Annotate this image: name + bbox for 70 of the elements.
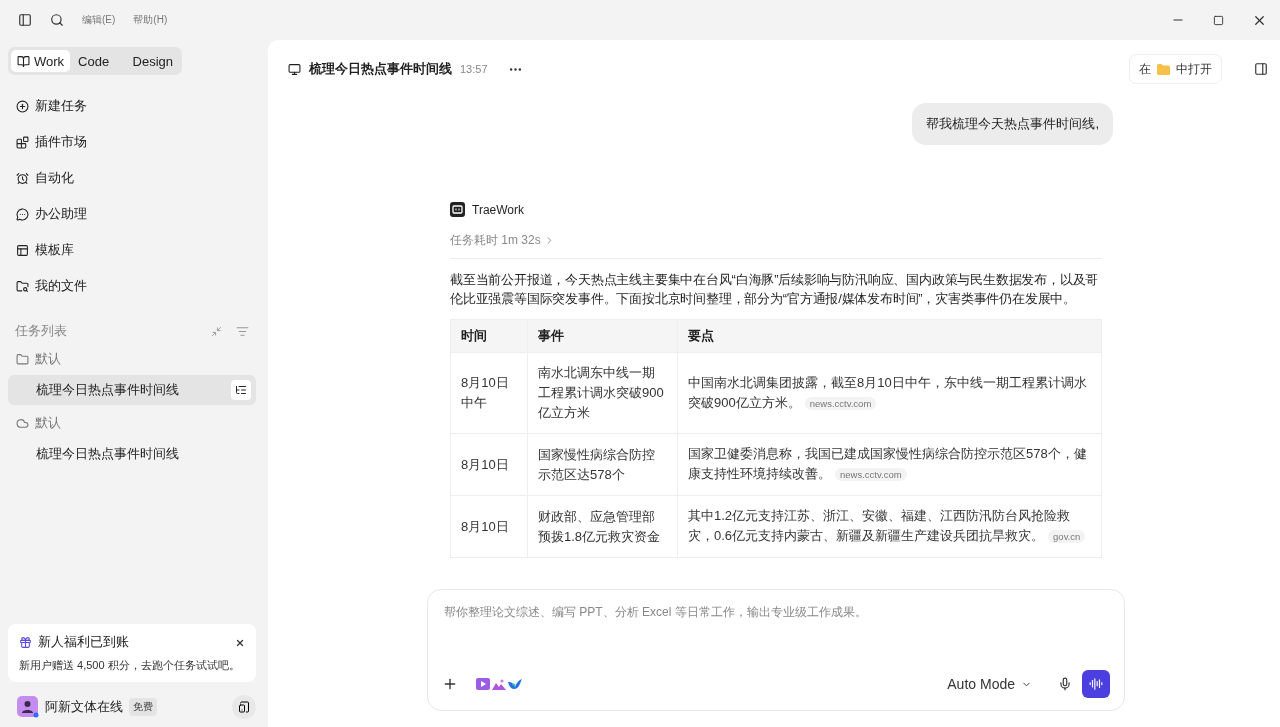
image-app-icon[interactable] xyxy=(492,678,506,690)
task-item[interactable]: 梳理今日热点事件时间线 xyxy=(8,375,256,405)
mode-dropdown[interactable]: Auto Mode xyxy=(941,675,1038,693)
mode-tab[interactable]: Work xyxy=(11,50,71,72)
nav-item[interactable]: 自动化 xyxy=(8,160,256,196)
promo-title: 新人福利已到账 xyxy=(38,634,130,651)
table-cell: 中国南水北调集团披露，截至8月10日中午，东中线一期工程累计调水突破900亿立方米。 news.cctv.com xyxy=(677,352,1102,434)
bird-app-icon[interactable] xyxy=(508,678,522,690)
prompt-field[interactable]: 帮你整理论文综述、编写 PPT、分析 Excel 等日常工作，输出专业级工作成果。 Auto Mode xyxy=(427,589,1125,711)
alarm-clock-icon xyxy=(16,171,29,185)
nav-item[interactable]: 办公助理 xyxy=(8,196,256,232)
chat-title: 梳理今日热点事件时间线 xyxy=(309,60,452,78)
table-cell: 国家慢性病综合防控示范区达578个 xyxy=(527,433,678,496)
panel-toggle-icon[interactable] xyxy=(1254,62,1268,76)
gift-icon xyxy=(19,636,32,649)
user-name: 阿新文体在线 xyxy=(45,698,123,716)
agent-name: TraeWork xyxy=(472,202,524,217)
nav-item[interactable]: 插件市场 xyxy=(8,124,256,160)
cloud-icon xyxy=(16,416,29,430)
table-cell: 国家卫健委消息称，我国已建成国家慢性病综合防控示范区578个，健康支持性环境持续改善。 news.cctv.com xyxy=(677,433,1102,496)
device-button[interactable] xyxy=(232,695,256,719)
chat-time: 13:57 xyxy=(460,63,488,75)
promo-text: 新用户赠送 4,500 积分，去跑个任务试试吧。 xyxy=(19,658,241,673)
mode-tab[interactable]: Design xyxy=(126,50,179,72)
section-title: 任务列表 xyxy=(15,322,68,340)
video-app-icon[interactable] xyxy=(476,678,490,690)
microphone-icon[interactable] xyxy=(1058,677,1072,691)
nav-item[interactable]: 新建任务 xyxy=(8,88,256,124)
table-cell: 财政部、应急管理部预拨1.8亿元救灾资金 xyxy=(527,495,678,558)
filter-icon[interactable] xyxy=(236,324,249,338)
intro-paragraph: 截至当前公开报道，今天热点主线主要集中在台风“白海豚”后续影响与防汛响应、国内政策与民生数据发布，以及哥伦比亚强震等国际突发事件。下面按北京时间整理，部分为“官方通报/媒体发布时间”，灾害类事件仍在发展中。 xyxy=(450,271,1100,308)
column-header: 时间 xyxy=(450,319,528,353)
folder-icon xyxy=(16,352,29,366)
agent-logo-icon xyxy=(450,202,465,217)
group-item[interactable]: 默认 xyxy=(8,344,256,374)
sidebar-toggle-icon[interactable] xyxy=(18,13,32,27)
table-cell: 8月10日中午 xyxy=(450,352,528,434)
table-cell: 其中1.2亿元支持江苏、浙江、安徽、福建、江西防汛防台风抢险救灾，0.6亿元支持内蒙古、新疆及新疆生产建设兵团抗旱救灾。 gov.cn xyxy=(677,495,1102,558)
nav-item[interactable]: 模板库 xyxy=(8,232,256,268)
search-icon[interactable] xyxy=(50,13,64,27)
table-cell: 8月10日 xyxy=(450,433,528,496)
table-cell: 8月10日 xyxy=(450,495,528,558)
table-cell: 南水北调东中线一期工程累计调水突破900亿立方米 xyxy=(527,352,678,434)
add-icon[interactable] xyxy=(442,676,458,692)
open-in-button[interactable]: 在 中打开 xyxy=(1129,54,1222,84)
folder-search-icon xyxy=(16,279,29,293)
menu-item[interactable]: 帮助(H) xyxy=(133,13,168,27)
column-header: 事件 xyxy=(527,319,678,353)
plus-circle-icon xyxy=(16,99,29,113)
task-item[interactable]: 梳理今日热点事件时间线 xyxy=(8,439,256,469)
template-icon xyxy=(16,243,29,257)
folder-icon xyxy=(1157,63,1170,75)
nav-item[interactable]: 我的文件 xyxy=(8,268,256,304)
close-icon[interactable] xyxy=(235,637,245,648)
grid-icon xyxy=(16,135,29,149)
chat-bubble-icon xyxy=(16,207,29,221)
duration-toggle[interactable]: 任务耗时 1m 32s xyxy=(450,232,555,249)
audio-wave-icon xyxy=(1089,677,1103,691)
voice-button[interactable] xyxy=(1082,670,1110,698)
monitor-icon xyxy=(288,62,301,76)
plan-badge: 免费 xyxy=(129,698,157,716)
maximize-icon xyxy=(1213,14,1224,26)
mode-tab[interactable]: Code xyxy=(72,50,125,72)
menu-item[interactable]: 编辑(E) xyxy=(82,13,116,27)
list-tree-icon[interactable] xyxy=(231,380,251,400)
column-header: 要点 xyxy=(677,319,1102,353)
group-item[interactable]: 默认 xyxy=(8,408,256,438)
book-icon xyxy=(17,54,30,68)
user-message: 帮我梳理今天热点事件时间线, xyxy=(912,103,1113,145)
avatar-icon[interactable] xyxy=(17,696,39,718)
